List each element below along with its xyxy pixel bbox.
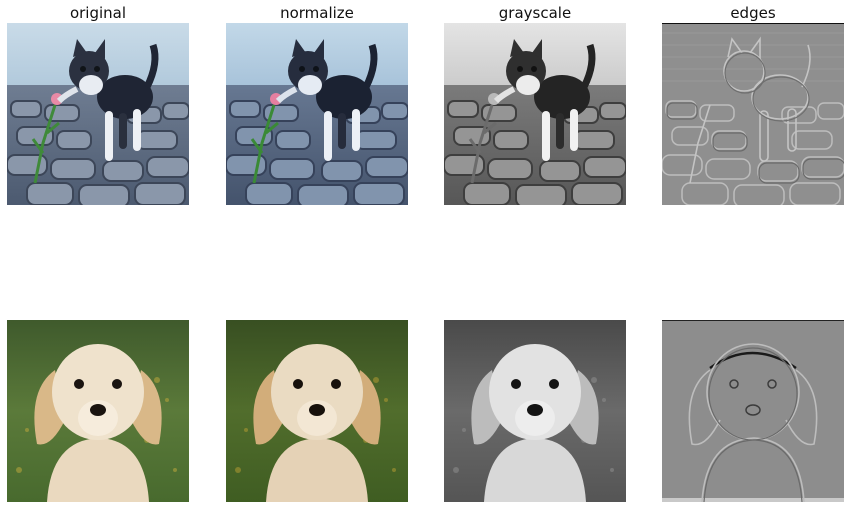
column-title-edges: edges bbox=[730, 4, 776, 22]
kitten-grayscale-image bbox=[444, 23, 626, 205]
puppy-edges-image bbox=[662, 320, 844, 502]
kitten-edges-image bbox=[662, 23, 844, 205]
column-title-grayscale: grayscale bbox=[498, 4, 572, 22]
kitten-original-image bbox=[7, 23, 189, 205]
puppy-normalize-image bbox=[226, 320, 408, 502]
puppy-grayscale-image bbox=[444, 320, 626, 502]
puppy-original-image bbox=[7, 320, 189, 502]
kitten-normalize-image bbox=[226, 23, 408, 205]
column-title-original: original bbox=[69, 4, 127, 22]
column-title-normalize: normalize bbox=[280, 4, 354, 22]
